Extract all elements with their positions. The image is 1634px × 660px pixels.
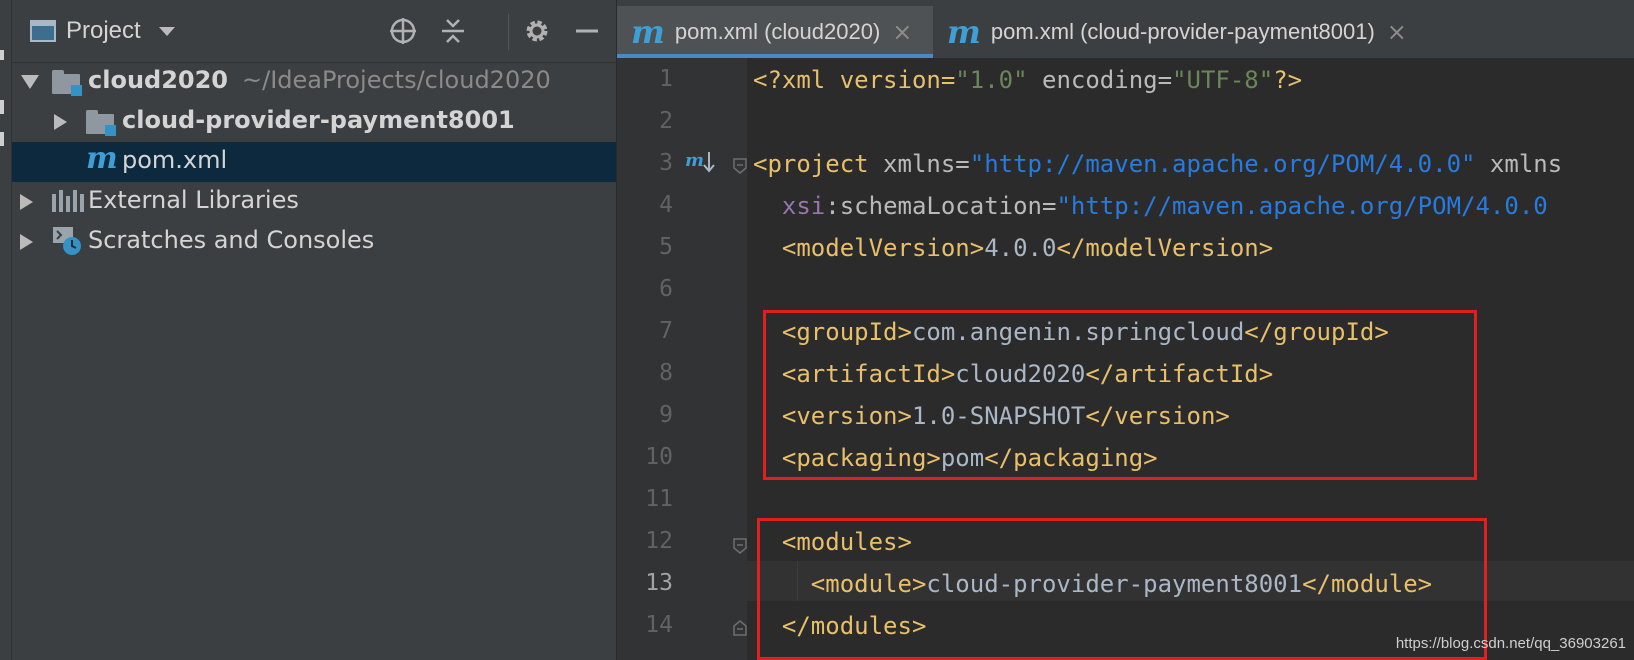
line-number: 8 — [659, 360, 673, 386]
line-number: 10 — [645, 444, 673, 470]
project-panel-title: Project — [66, 17, 141, 44]
tree-item-pom-xml[interactable]: m pom.xml — [12, 142, 616, 182]
tab-label: pom.xml (cloud2020) — [674, 19, 881, 44]
close-icon[interactable]: × — [892, 18, 912, 46]
tree-item-label: cloud-provider-payment8001 — [122, 106, 515, 134]
tree-item-label: cloud2020 — [88, 66, 229, 94]
editor-area: m pom.xml (cloud2020) × m pom.xml (cloud… — [617, 0, 1634, 660]
line-number: 9 — [659, 402, 673, 428]
strip-mark — [0, 132, 4, 146]
gear-icon — [526, 20, 548, 42]
collapsed-arrow-icon[interactable] — [20, 234, 33, 250]
code-line-1: <?xml version="1.0" encoding="UTF-8"?> — [753, 66, 1303, 94]
tab-pom-cloud2020[interactable]: m pom.xml (cloud2020) × — [617, 6, 933, 58]
close-icon[interactable]: × — [1387, 18, 1407, 46]
maven-icon: m — [947, 13, 981, 51]
project-panel-header: Project — [12, 0, 616, 63]
project-view-selector[interactable]: Project — [30, 14, 175, 48]
tree-item-label: pom.xml — [122, 146, 228, 174]
watermark: https://blog.csdn.net/qq_36903261 — [1395, 635, 1626, 652]
tree-item-label: External Libraries — [88, 186, 299, 214]
line-number: 5 — [659, 234, 673, 260]
line-number: 1 — [659, 66, 673, 92]
tree-item-label: Scratches and Consoles — [88, 226, 375, 254]
project-window-icon — [30, 20, 56, 42]
locate-file-button[interactable] — [388, 16, 418, 46]
module-folder-icon — [86, 110, 116, 136]
fold-end-icon[interactable] — [733, 620, 747, 636]
line-number: 12 — [645, 528, 673, 554]
chevron-down-icon — [158, 26, 175, 36]
maven-gutter-icon[interactable]: m — [685, 150, 704, 171]
code-line-5: <modelVersion>4.0.0</modelVersion> — [781, 234, 1274, 262]
fold-icon[interactable] — [733, 158, 747, 174]
line-number-gutter: 1 2 3 4 5 6 7 8 9 10 11 12 13 14 m — [617, 58, 747, 660]
line-number: 3 — [659, 150, 673, 176]
highlight-box-modules — [757, 518, 1487, 660]
highlight-box-project-coords — [763, 310, 1477, 480]
settings-button[interactable] — [522, 16, 552, 46]
crosshair-icon — [390, 18, 416, 44]
expanded-arrow-icon[interactable] — [21, 75, 39, 89]
tree-item-scratches-and-consoles[interactable]: Scratches and Consoles — [12, 222, 616, 262]
strip-mark — [0, 50, 4, 60]
module-folder-icon — [52, 70, 82, 96]
project-tool-window: Project cloud2020 ~/IdeaProjects/cloud20… — [12, 0, 617, 660]
code-line-3: <project xmlns="http://maven.apache.org/… — [753, 150, 1563, 178]
line-number: 11 — [645, 486, 673, 512]
tree-item-external-libraries[interactable]: External Libraries — [12, 182, 616, 222]
maven-icon: m — [86, 141, 118, 176]
line-number: 14 — [645, 612, 673, 638]
line-number: 4 — [659, 192, 673, 218]
tab-pom-cloud-provider-payment8001[interactable]: m pom.xml (cloud-provider-payment8001) × — [933, 6, 1417, 58]
line-number: 2 — [659, 108, 673, 134]
line-number: 6 — [659, 276, 673, 302]
library-icon — [52, 190, 84, 212]
left-tool-strip — [0, 0, 12, 660]
maven-icon: m — [631, 13, 665, 51]
tree-item-path: ~/IdeaProjects/cloud2020 — [242, 66, 551, 94]
strip-mark — [0, 100, 4, 114]
minimize-icon — [576, 29, 598, 33]
line-number: 7 — [659, 318, 673, 344]
collapsed-arrow-icon[interactable] — [54, 114, 67, 130]
editor-tabs: m pom.xml (cloud2020) × m pom.xml (cloud… — [617, 0, 1634, 59]
tree-item-cloud-provider-payment8001[interactable]: cloud-provider-payment8001 — [12, 102, 616, 142]
tree-item-cloud2020[interactable]: cloud2020 ~/IdeaProjects/cloud2020 — [12, 62, 616, 102]
header-separator — [508, 14, 509, 50]
hide-panel-button[interactable] — [572, 16, 602, 46]
code-editor[interactable]: <?xml version="1.0" encoding="UTF-8"?> <… — [747, 58, 1634, 660]
arrow-down-icon — [703, 152, 715, 173]
collapse-all-button[interactable] — [438, 16, 468, 46]
fold-icon[interactable] — [733, 538, 747, 554]
tab-label: pom.xml (cloud-provider-payment8001) — [990, 19, 1375, 44]
collapse-all-icon — [442, 19, 464, 43]
collapsed-arrow-icon[interactable] — [20, 194, 33, 210]
scratch-clock-icon — [53, 227, 81, 255]
code-line-4: xsi:schemaLocation="http://maven.apache.… — [781, 192, 1548, 220]
line-number-current: 13 — [645, 570, 673, 596]
